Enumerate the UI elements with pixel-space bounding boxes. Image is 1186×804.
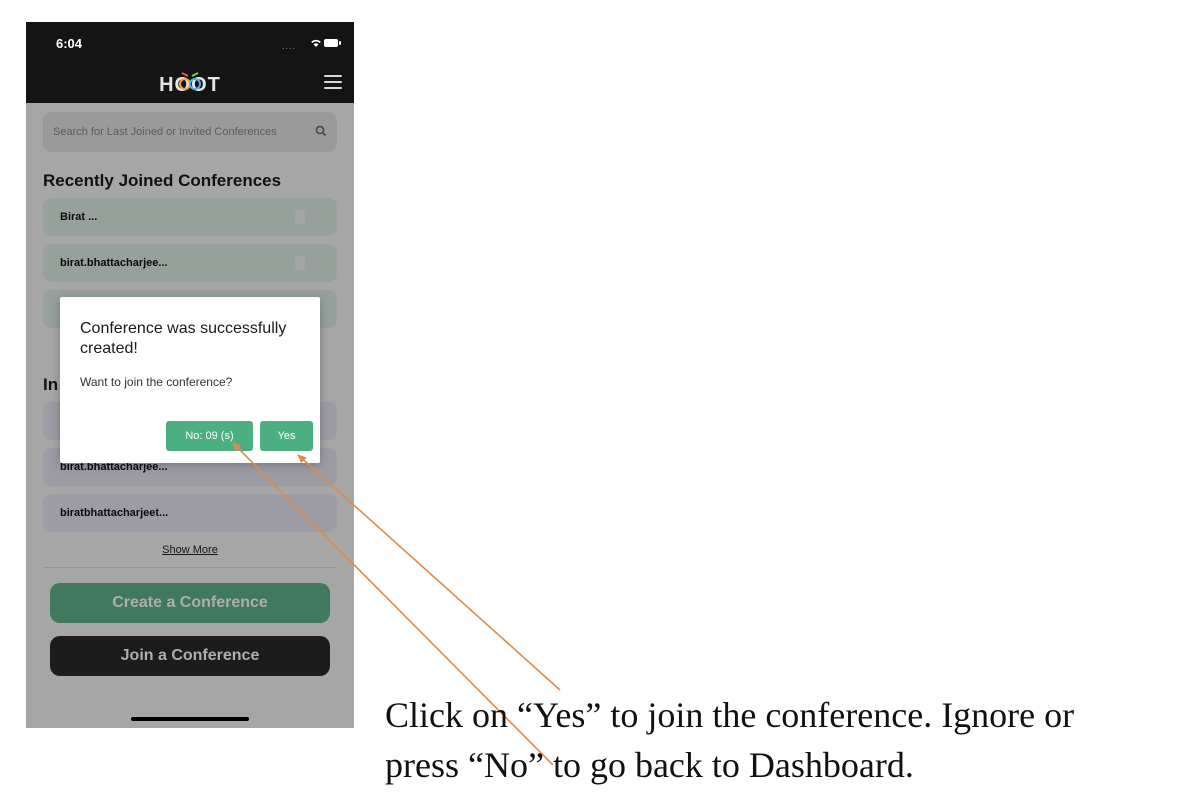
annotation-arrows [232,442,561,766]
caption-line-2: press “No” to go back to Dashboard. [385,745,914,785]
instruction-caption: Click on “Yes” to join the conference. I… [385,690,1185,790]
arrow-to-yes-button [297,454,561,691]
caption-line-1: Click on “Yes” to join the conference. I… [385,695,1075,735]
